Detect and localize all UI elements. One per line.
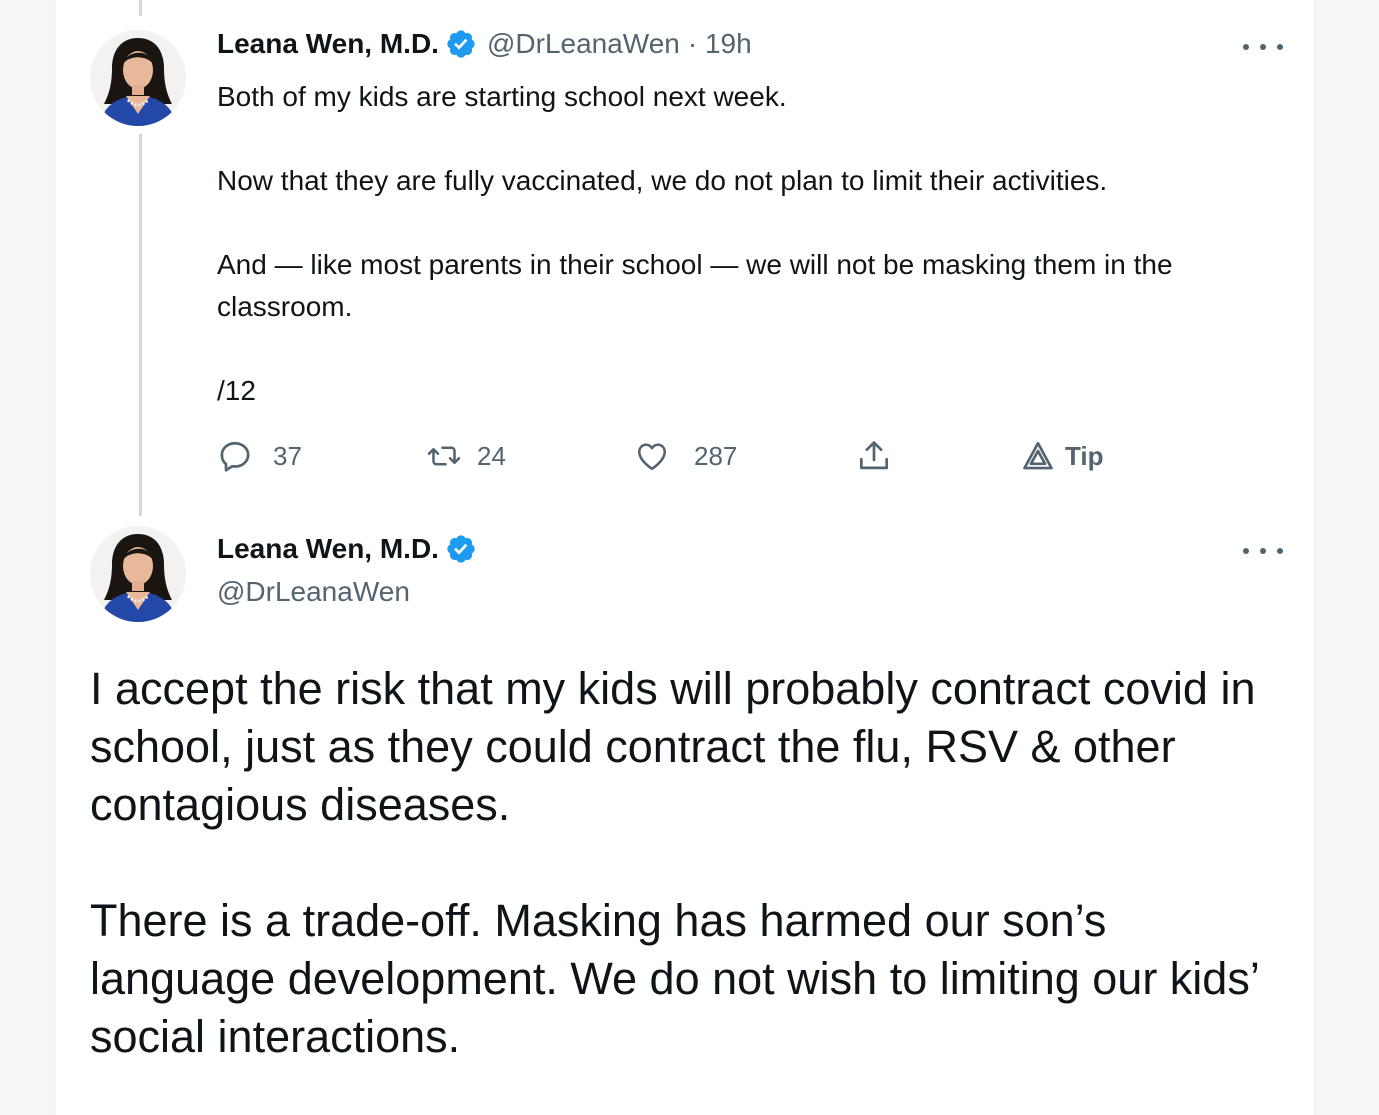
share-icon [859,441,889,470]
like-count: 287 [694,440,738,471]
author-handle[interactable]: @DrLeanaWen [487,28,680,60]
avatar-portrait-image [90,526,186,622]
more-dot [1260,44,1266,50]
author-display-name[interactable]: Leana Wen, M.D. [217,533,439,565]
tip-button[interactable]: Tip [1021,436,1104,476]
more-dot [1260,548,1266,554]
reply-icon [220,441,250,472]
tweet-action-bar: 37 24 287 Tip [217,436,1217,476]
tweet-paragraph: /12 [217,375,256,406]
heart-icon [637,443,667,471]
tweet-paragraph: I accept the risk that my kids will prob… [90,663,1256,830]
author-display-name[interactable]: Leana Wen, M.D. [217,28,439,60]
author-handle[interactable]: @DrLeanaWen [217,576,410,608]
more-options-button[interactable] [1243,37,1283,57]
reply-count: 37 [273,440,302,471]
tweet-header: Leana Wen, M.D. @DrLeanaWen · 19h [217,28,752,60]
tip-label: Tip [1065,440,1104,471]
tweet-paragraph: And — like most parents in their school … [217,249,1173,322]
verified-badge-icon [447,535,475,563]
tweet-paragraph: There is a trade-off. Masking has harmed… [90,895,1259,1062]
tip-icon [1023,441,1053,470]
avatar[interactable] [90,526,186,622]
more-dot [1243,44,1249,50]
more-dot [1277,548,1283,554]
retweet-icon [427,446,461,466]
reply-button[interactable]: 37 [217,436,302,476]
more-dot [1243,548,1249,554]
tweet-text-expanded: I accept the risk that my kids will prob… [90,660,1290,1066]
share-button[interactable] [855,436,893,476]
retweet-button[interactable]: 24 [425,436,506,476]
tweet-text: Both of my kids are starting school next… [217,76,1277,412]
thread-connector [139,134,142,516]
tweet-paragraph: Both of my kids are starting school next… [217,81,787,112]
tweet-header: Leana Wen, M.D. [217,533,477,565]
like-button[interactable]: 287 [634,436,737,476]
more-options-button[interactable] [1243,541,1283,561]
more-dot [1277,44,1283,50]
avatar-portrait-image [90,30,186,126]
thread-connector-top [139,0,142,16]
avatar[interactable] [90,30,186,126]
twitter-thread-page: Leana Wen, M.D. @DrLeanaWen · 19h Both o… [0,0,1379,1115]
tweet-timestamp[interactable]: · 19h [688,28,752,60]
retweet-count: 24 [477,440,506,471]
tweet-paragraph: Now that they are fully vaccinated, we d… [217,165,1108,196]
verified-badge-icon [447,30,475,58]
